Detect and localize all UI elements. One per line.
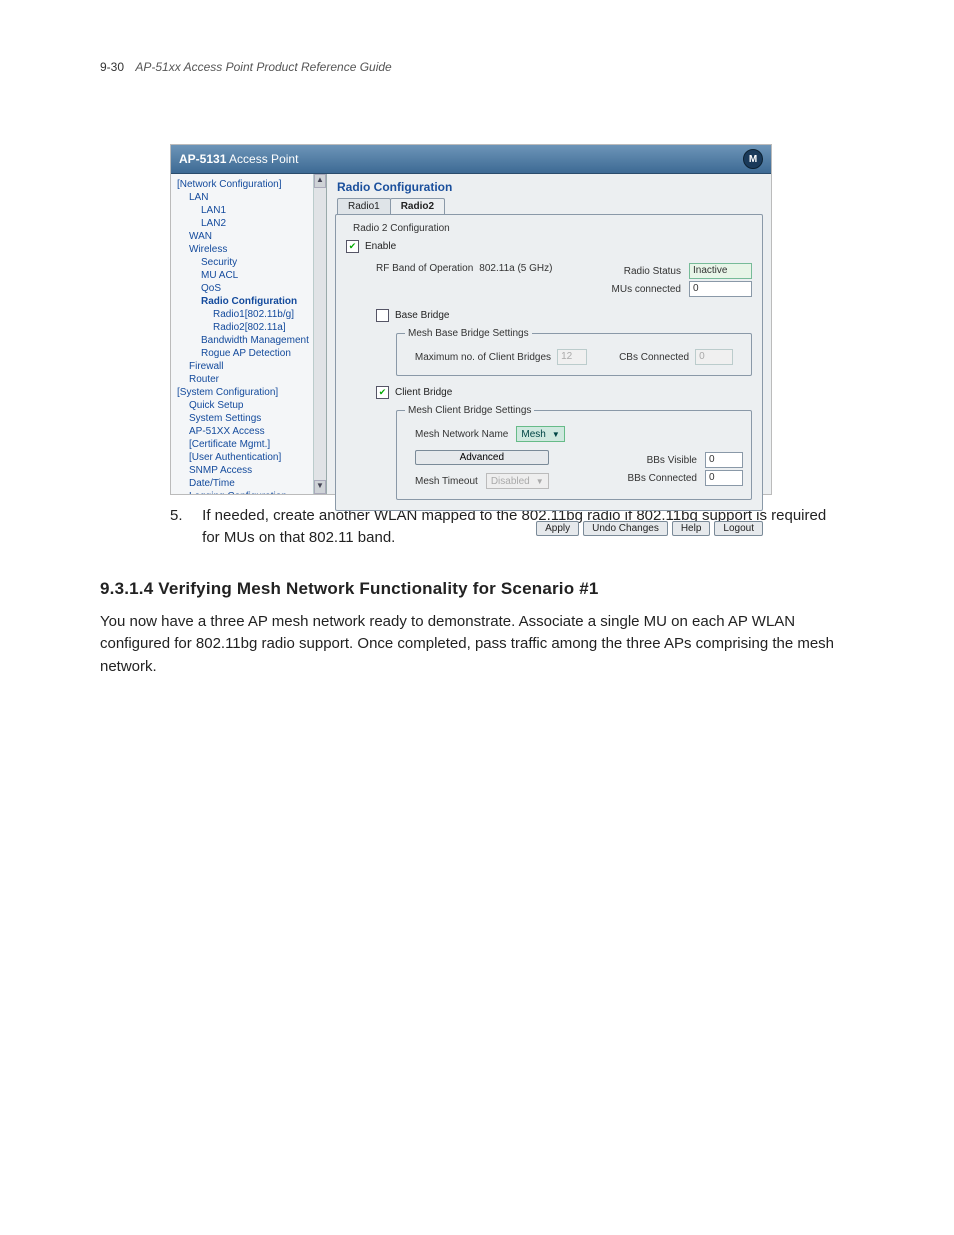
- bbs-connected-label: BBs Connected: [628, 473, 698, 484]
- app-title: AP-5131 Access Point: [179, 152, 298, 166]
- content-pane: Radio Configuration Radio1 Radio2 Radio …: [327, 174, 771, 494]
- tree-rogue-ap[interactable]: Rogue AP Detection: [175, 347, 324, 360]
- radio-status-value: Inactive: [689, 263, 752, 279]
- app-title-suffix: Access Point: [226, 152, 298, 166]
- tree-cert-mgmt[interactable]: [Certificate Mgmt.]: [175, 438, 324, 451]
- tree-network-configuration[interactable]: [Network Configuration]: [175, 178, 324, 191]
- nav-tree: [Network Configuration] LAN LAN1 LAN2 WA…: [171, 174, 327, 494]
- max-client-bridges-value: 12: [557, 349, 587, 365]
- tree-wireless[interactable]: Wireless: [175, 243, 324, 256]
- enable-checkbox[interactable]: ✔: [346, 240, 359, 253]
- tree-quick-setup[interactable]: Quick Setup: [175, 399, 324, 412]
- mesh-client-bridge-legend: Mesh Client Bridge Settings: [405, 405, 534, 416]
- apply-button[interactable]: Apply: [536, 521, 579, 536]
- bbs-visible-label: BBs Visible: [647, 455, 697, 466]
- tree-firewall[interactable]: Firewall: [175, 360, 324, 373]
- mesh-timeout-label: Mesh Timeout: [415, 476, 478, 487]
- tree-system-configuration[interactable]: [System Configuration]: [175, 386, 324, 399]
- cbs-connected-label: CBs Connected: [619, 352, 689, 363]
- tree-radio2[interactable]: Radio2[802.11a]: [175, 321, 324, 334]
- step-number: 5.: [170, 505, 198, 527]
- radio-status-label: Radio Status: [624, 266, 681, 277]
- client-bridge-checkbox[interactable]: ✔: [376, 386, 389, 399]
- radio2-config-group: Radio 2 Configuration ✔ Enable RF Band o…: [335, 214, 763, 511]
- app-header: AP-5131 Access Point M: [171, 145, 771, 174]
- tree-scrollbar[interactable]: ▲ ▼: [313, 174, 326, 494]
- logout-button[interactable]: Logout: [714, 521, 763, 536]
- mus-connected-label: MUs connected: [612, 284, 681, 295]
- advanced-button[interactable]: Advanced: [415, 450, 549, 465]
- tree-user-auth[interactable]: [User Authentication]: [175, 451, 324, 464]
- tree-wan[interactable]: WAN: [175, 230, 324, 243]
- client-bridge-label: Client Bridge: [395, 387, 452, 398]
- tree-security[interactable]: Security: [175, 256, 324, 269]
- tree-lan1[interactable]: LAN1: [175, 204, 324, 217]
- chevron-down-icon: ▼: [552, 430, 560, 439]
- tree-mu-acl[interactable]: MU ACL: [175, 269, 324, 282]
- base-bridge-checkbox[interactable]: ✔: [376, 309, 389, 322]
- tree-system-settings[interactable]: System Settings: [175, 412, 324, 425]
- enable-label: Enable: [365, 241, 396, 252]
- bbs-connected-value: 0: [705, 470, 743, 486]
- radio-tabs: Radio1 Radio2: [337, 198, 763, 215]
- pane-title: Radio Configuration: [337, 180, 763, 194]
- tree-router[interactable]: Router: [175, 373, 324, 386]
- scroll-up-icon[interactable]: ▲: [314, 174, 326, 188]
- tree-lan2[interactable]: LAN2: [175, 217, 324, 230]
- tree-qos[interactable]: QoS: [175, 282, 324, 295]
- mesh-network-name-value: Mesh: [521, 429, 545, 440]
- tab-radio1[interactable]: Radio1: [337, 198, 391, 215]
- brand-logo-icon: M: [743, 149, 763, 169]
- book-title: AP-51xx Access Point Product Reference G…: [135, 60, 391, 74]
- app-title-model: AP-5131: [179, 152, 226, 166]
- tree-radio-configuration[interactable]: Radio Configuration: [175, 295, 324, 308]
- bbs-visible-value: 0: [705, 452, 743, 468]
- help-button[interactable]: Help: [672, 521, 711, 536]
- tab-radio2[interactable]: Radio2: [390, 198, 445, 215]
- rf-band-value: 802.11a (5 GHz): [479, 263, 552, 274]
- max-client-bridges-label: Maximum no. of Client Bridges: [415, 352, 551, 363]
- section-paragraph: You now have a three AP mesh network rea…: [100, 611, 860, 679]
- screenshot-frame: AP-5131 Access Point M [Network Configur…: [170, 144, 772, 495]
- scroll-down-icon[interactable]: ▼: [314, 480, 326, 494]
- rf-band-label: RF Band of Operation: [376, 263, 473, 274]
- tree-snmp-access[interactable]: SNMP Access: [175, 464, 324, 477]
- mesh-base-bridge-legend: Mesh Base Bridge Settings: [405, 328, 532, 339]
- footer-buttons: Apply Undo Changes Help Logout: [335, 517, 763, 536]
- tree-logging-config[interactable]: Logging Configuration: [175, 490, 324, 494]
- base-bridge-label: Base Bridge: [395, 310, 449, 321]
- page-number: 9-30: [100, 60, 124, 74]
- tree-radio1[interactable]: Radio1[802.11b/g]: [175, 308, 324, 321]
- mesh-timeout-value: Disabled: [491, 476, 530, 487]
- tree-ap-access[interactable]: AP-51XX Access: [175, 425, 324, 438]
- mesh-base-bridge-group: Mesh Base Bridge Settings Maximum no. of…: [396, 328, 752, 376]
- mesh-network-name-select[interactable]: Mesh ▼: [516, 426, 564, 442]
- chevron-down-icon: ▼: [536, 477, 544, 486]
- mesh-timeout-select: Disabled ▼: [486, 473, 549, 489]
- tree-date-time[interactable]: Date/Time: [175, 477, 324, 490]
- section-heading: 9.3.1.4 Verifying Mesh Network Functiona…: [100, 579, 874, 599]
- mus-connected-value: 0: [689, 281, 752, 297]
- radio2-config-legend: Radio 2 Configuration: [350, 223, 453, 234]
- cbs-connected-value: 0: [695, 349, 733, 365]
- tree-lan[interactable]: LAN: [175, 191, 324, 204]
- mesh-network-name-label: Mesh Network Name: [415, 429, 508, 440]
- mesh-client-bridge-group: Mesh Client Bridge Settings Mesh Network…: [396, 405, 752, 500]
- tree-bandwidth-management[interactable]: Bandwidth Management: [175, 334, 324, 347]
- running-header: 9-30 AP-51xx Access Point Product Refere…: [100, 60, 874, 74]
- undo-changes-button[interactable]: Undo Changes: [583, 521, 668, 536]
